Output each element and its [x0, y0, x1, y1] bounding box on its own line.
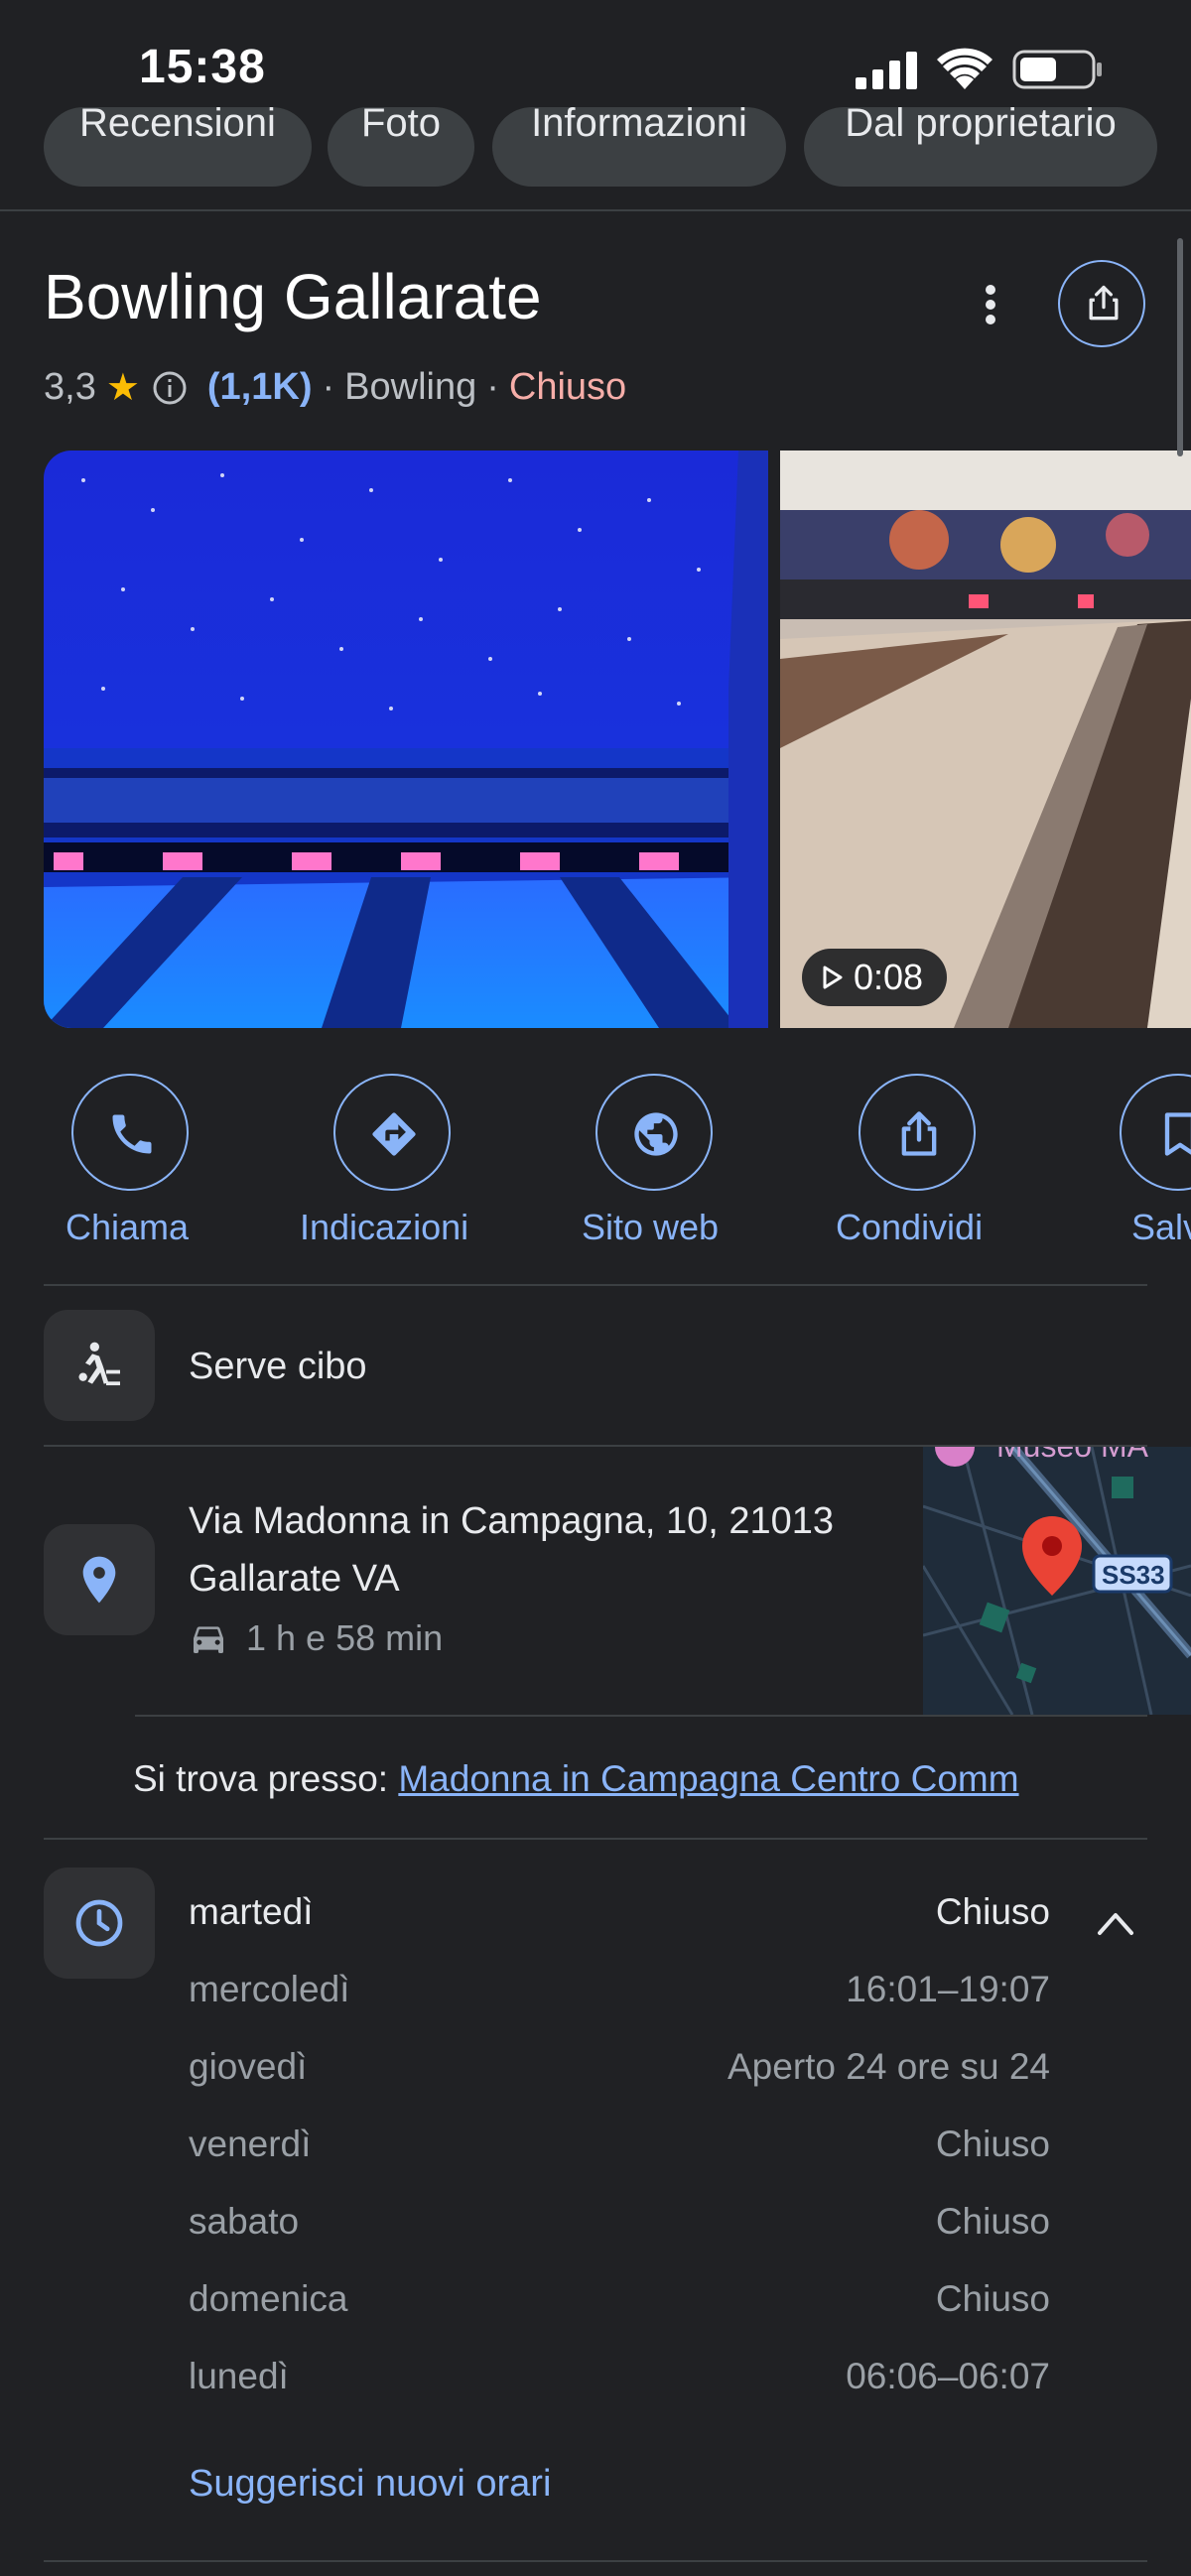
separator: ·	[486, 366, 499, 408]
divider	[44, 1838, 1147, 1840]
divider	[0, 209, 1191, 211]
car-icon	[194, 1626, 223, 1653]
hours-time: Chiuso	[935, 2201, 1050, 2242]
chevron-up-icon[interactable]	[1096, 1905, 1135, 1939]
clock-icon-box[interactable]	[44, 1868, 155, 1979]
divider	[135, 1715, 1147, 1717]
separator: ·	[322, 366, 335, 408]
video-duration-badge: 0:08	[802, 949, 948, 1006]
star-icon: ★	[105, 367, 140, 409]
save-button[interactable]	[1120, 1074, 1191, 1191]
bowling-photo-image	[44, 451, 768, 1028]
address-line-2[interactable]: Gallarate VA	[189, 1558, 400, 1601]
website-button[interactable]	[596, 1074, 713, 1191]
globe-icon	[634, 1112, 678, 1156]
photo-bowling-lanes-blacklight[interactable]	[44, 451, 768, 1028]
map-image: Museo MA SS33	[923, 1447, 1191, 1715]
call-button[interactable]	[71, 1074, 189, 1191]
rating-value: 3,3	[44, 366, 96, 408]
clock-icon	[75, 1899, 123, 1947]
hours-day: mercoledì	[189, 1969, 350, 2009]
directions-icon	[372, 1112, 416, 1156]
travel-time-text: 1 h e 58 min	[246, 1617, 444, 1658]
tab-foto[interactable]: Foto	[328, 107, 474, 187]
directions-button[interactable]	[333, 1074, 451, 1191]
reviews-count-link[interactable]: (1,1K)	[207, 366, 313, 409]
located-in-row: Si trova presso: Madonna in Campagna Cen…	[133, 1758, 1019, 1800]
cellular-signal-icon	[856, 52, 917, 89]
located-in-link[interactable]: Madonna in Campagna Centro Comm	[398, 1758, 1018, 1799]
divider	[44, 2560, 1147, 2562]
suggest-hours-link[interactable]: Suggerisci nuovi orari	[189, 2463, 551, 2506]
share-icon	[1089, 285, 1119, 321]
hours-day: domenica	[189, 2278, 348, 2319]
address-line-1[interactable]: Via Madonna in Campagna, 10, 21013	[189, 1500, 834, 1543]
bowling-icon	[78, 1342, 120, 1386]
rating-row: 3,3 ★ (1,1K) · Bowling · Chiuso	[44, 365, 626, 410]
website-label[interactable]: Sito web	[582, 1207, 719, 1248]
map-road-label: SS33	[1102, 1560, 1165, 1590]
share-icon	[901, 1111, 937, 1156]
phone-icon	[112, 1114, 152, 1154]
location-pin-icon	[82, 1556, 116, 1604]
tab-dal-proprietario[interactable]: Dal proprietario	[804, 107, 1157, 187]
hours-time: Chiuso	[935, 2278, 1050, 2319]
scrollbar[interactable]	[1177, 238, 1183, 456]
hours-time: Chiuso	[935, 2124, 1050, 2164]
map-poi-label: Museo MA	[996, 1447, 1149, 1464]
video-duration-text: 0:08	[854, 957, 924, 997]
info-icon[interactable]	[152, 370, 188, 406]
share-label[interactable]: Condividi	[836, 1207, 983, 1248]
status-bar-time: 15:38	[139, 41, 266, 93]
map-thumbnail[interactable]: Museo MA SS33	[923, 1447, 1191, 1715]
hours-day: lunedì	[189, 2356, 289, 2396]
share-button[interactable]	[1058, 260, 1145, 347]
tab-recensioni[interactable]: Recensioni	[44, 107, 312, 187]
hours-day: venerdì	[189, 2124, 312, 2164]
bowling-video-thumbnail	[780, 451, 1191, 1028]
tab-informazioni[interactable]: Informazioni	[492, 107, 786, 187]
play-icon	[823, 966, 843, 989]
directions-label[interactable]: Indicazioni	[300, 1207, 468, 1248]
open-status: Chiuso	[508, 366, 627, 408]
hours-time[interactable]: Chiuso	[936, 1891, 1050, 1933]
hours-day[interactable]: martedì	[189, 1891, 313, 1933]
divider	[44, 1284, 1147, 1286]
call-label[interactable]: Chiama	[66, 1207, 189, 1248]
video-bowling-lane[interactable]	[780, 451, 1191, 1028]
hours-day: giovedì	[189, 2046, 308, 2087]
tab-label: Recensioni	[79, 107, 276, 145]
bowling-icon-box	[44, 1310, 155, 1421]
hours-day: sabato	[189, 2201, 300, 2242]
category-label: Bowling	[344, 366, 477, 408]
travel-time: 1 h e 58 min	[189, 1617, 443, 1659]
hours-time: 16:01–19:07	[846, 1969, 1050, 2009]
bookmark-icon	[1164, 1112, 1191, 1156]
tab-label: Informazioni	[531, 107, 747, 145]
more-options-icon[interactable]	[971, 280, 1010, 329]
wifi-icon	[937, 48, 992, 89]
hours-time: 06:06–06:07	[846, 2356, 1050, 2396]
battery-icon	[1012, 50, 1102, 89]
save-label[interactable]: Salv	[1131, 1207, 1191, 1248]
tab-label: Foto	[360, 107, 442, 145]
tab-label: Dal proprietario	[845, 107, 1117, 145]
location-pin-box[interactable]	[44, 1524, 155, 1635]
serves-food-label: Serve cibo	[189, 1346, 367, 1387]
place-title: Bowling Gallarate	[44, 261, 542, 332]
share-action-button[interactable]	[859, 1074, 976, 1191]
hours-time: Aperto 24 ore su 24	[728, 2046, 1050, 2087]
located-in-prefix: Si trova presso:	[133, 1758, 389, 1799]
